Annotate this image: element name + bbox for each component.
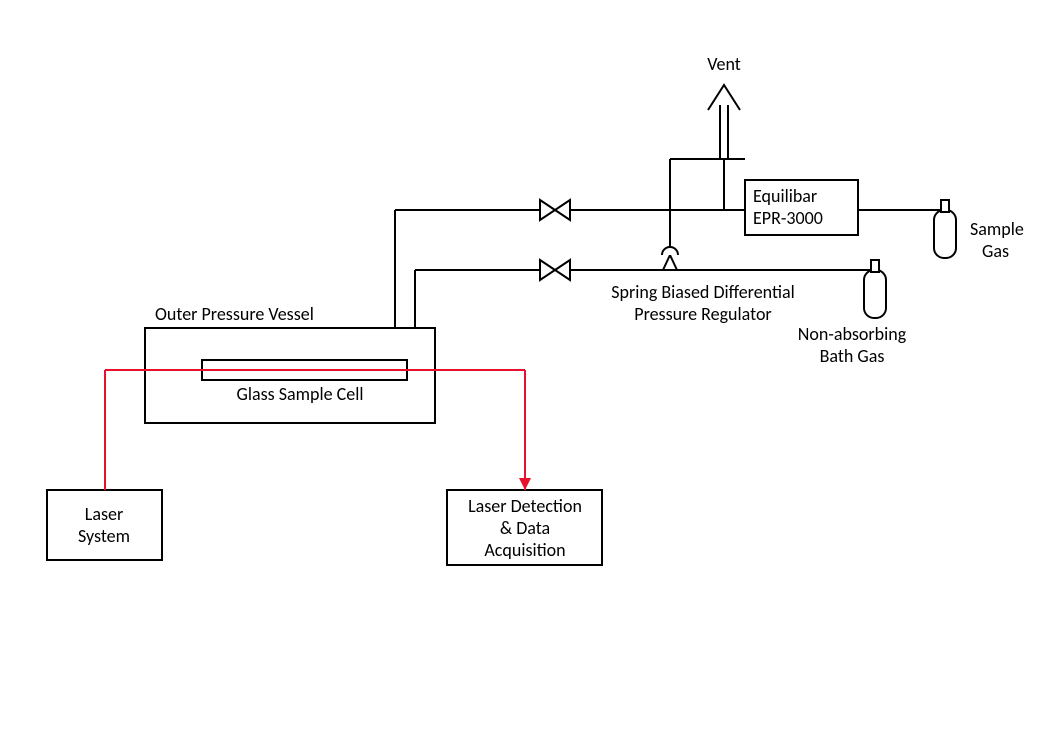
laser-label-1: Laser	[85, 503, 123, 525]
schematic-diagram: Vent Equilibar EPR-3000 Sample Gas Non-a…	[0, 0, 1054, 748]
sample-gas-cylinder	[934, 200, 956, 258]
outer-vessel-label: Outer Pressure Vessel	[155, 303, 314, 325]
laser-label-2: System	[78, 525, 130, 547]
equilibar-label-2: EPR-3000	[753, 207, 823, 229]
valve-middle	[540, 260, 570, 280]
bath-gas-label-1: Non-absorbing	[798, 323, 907, 345]
bath-gas-cylinder	[864, 260, 886, 318]
spring-reg-label-1: Spring Biased Differential	[611, 281, 794, 303]
vent-label: Vent	[707, 53, 741, 75]
bath-gas-label-2: Bath Gas	[820, 345, 885, 367]
equilibar-label-1: Equilibar	[753, 185, 817, 207]
sample-gas-label-1: Sample	[970, 218, 1024, 240]
detection-label-2: & Data	[500, 517, 550, 539]
detection-label-1: Laser Detection	[468, 495, 582, 517]
detection-label-3: Acquisition	[484, 539, 565, 561]
glass-cell-label: Glass Sample Cell	[237, 383, 364, 405]
valve-top	[540, 200, 570, 220]
spring-reg-label-2: Pressure Regulator	[634, 303, 771, 325]
sample-gas-label-2: Gas	[982, 240, 1009, 262]
spring-regulator-symbol	[662, 247, 678, 270]
